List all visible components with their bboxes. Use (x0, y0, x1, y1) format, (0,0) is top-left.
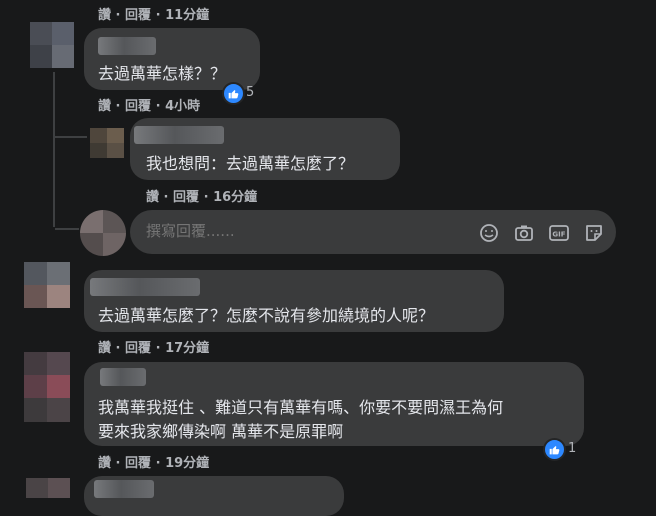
commenter-name[interactable] (94, 480, 154, 498)
reply-link[interactable]: 回覆 (125, 337, 151, 356)
comment-meta: 讚 · 回覆 · 19分鐘 (98, 452, 209, 471)
timestamp[interactable]: 17分鐘 (165, 337, 209, 356)
avatar[interactable] (24, 262, 70, 308)
timestamp[interactable]: 11分鐘 (165, 4, 209, 23)
avatar[interactable] (26, 478, 70, 498)
comment-meta: 讚 · 回覆 · 16分鐘 (146, 186, 257, 205)
avatar[interactable] (24, 352, 70, 422)
reply-link[interactable]: 回覆 (125, 4, 151, 23)
like-link[interactable]: 讚 (98, 337, 111, 356)
camera-icon[interactable] (513, 222, 535, 244)
svg-text:GIF: GIF (552, 231, 565, 239)
comment-text: 我也想問：去過萬華怎麼了？ (146, 154, 355, 173)
comment-meta: 讚 · 回覆 · 11分鐘 (98, 4, 209, 23)
commenter-name[interactable] (100, 368, 146, 386)
timestamp[interactable]: 4小時 (165, 95, 200, 114)
my-avatar[interactable] (80, 210, 126, 256)
avatar[interactable] (90, 128, 124, 158)
avatar[interactable] (30, 22, 74, 68)
comment-text-line-2: 要來我家鄉傳染啊 萬華不是原罪啊 (98, 422, 344, 441)
like-link[interactable]: 讚 (98, 452, 111, 471)
like-reaction-icon[interactable] (543, 438, 566, 461)
like-link[interactable]: 讚 (98, 4, 111, 23)
comment-text: 去過萬華怎樣？？ (98, 64, 227, 83)
comment-meta: 讚 · 回覆 · 17分鐘 (98, 337, 209, 356)
like-link[interactable]: 讚 (146, 186, 159, 205)
timestamp[interactable]: 19分鐘 (165, 452, 209, 471)
timestamp[interactable]: 16分鐘 (213, 186, 257, 205)
reply-input[interactable] (146, 222, 346, 240)
reply-connector (55, 136, 87, 138)
commenter-name[interactable] (134, 126, 224, 144)
comment-text-line-1: 我萬華我挺住 、難道只有萬華有嗎、你要不要問濕王為何 (98, 398, 504, 417)
emoji-icon[interactable] (478, 222, 500, 244)
reply-connector (55, 228, 79, 230)
reply-link[interactable]: 回覆 (125, 95, 151, 114)
comment-meta: 讚 · 回覆 · 4小時 (98, 95, 200, 114)
sticker-icon[interactable] (583, 222, 605, 244)
reaction-count[interactable]: 1 (568, 441, 576, 456)
commenter-name[interactable] (90, 278, 200, 296)
thread-line (53, 72, 55, 227)
gif-icon[interactable]: GIF (548, 222, 570, 244)
like-link[interactable]: 讚 (98, 95, 111, 114)
reply-link[interactable]: 回覆 (125, 452, 151, 471)
reply-link[interactable]: 回覆 (173, 186, 199, 205)
commenter-name[interactable] (98, 37, 156, 55)
comment-text: 去過萬華怎麼了？怎麼不說有參加繞境的人呢？ (98, 306, 435, 325)
reaction-count[interactable]: 5 (246, 85, 254, 100)
like-reaction-icon[interactable] (222, 82, 245, 105)
